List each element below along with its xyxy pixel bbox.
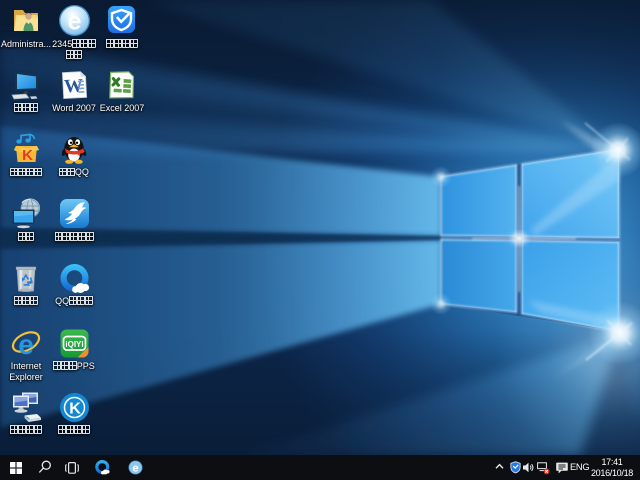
- svg-text:K: K: [22, 147, 33, 164]
- svg-text:e: e: [132, 463, 138, 475]
- svg-text:e: e: [68, 8, 82, 36]
- svg-text:W: W: [64, 76, 84, 98]
- svg-text:e: e: [18, 329, 34, 360]
- svg-text:iQIYI: iQIYI: [65, 340, 83, 349]
- svg-text:K: K: [69, 401, 81, 418]
